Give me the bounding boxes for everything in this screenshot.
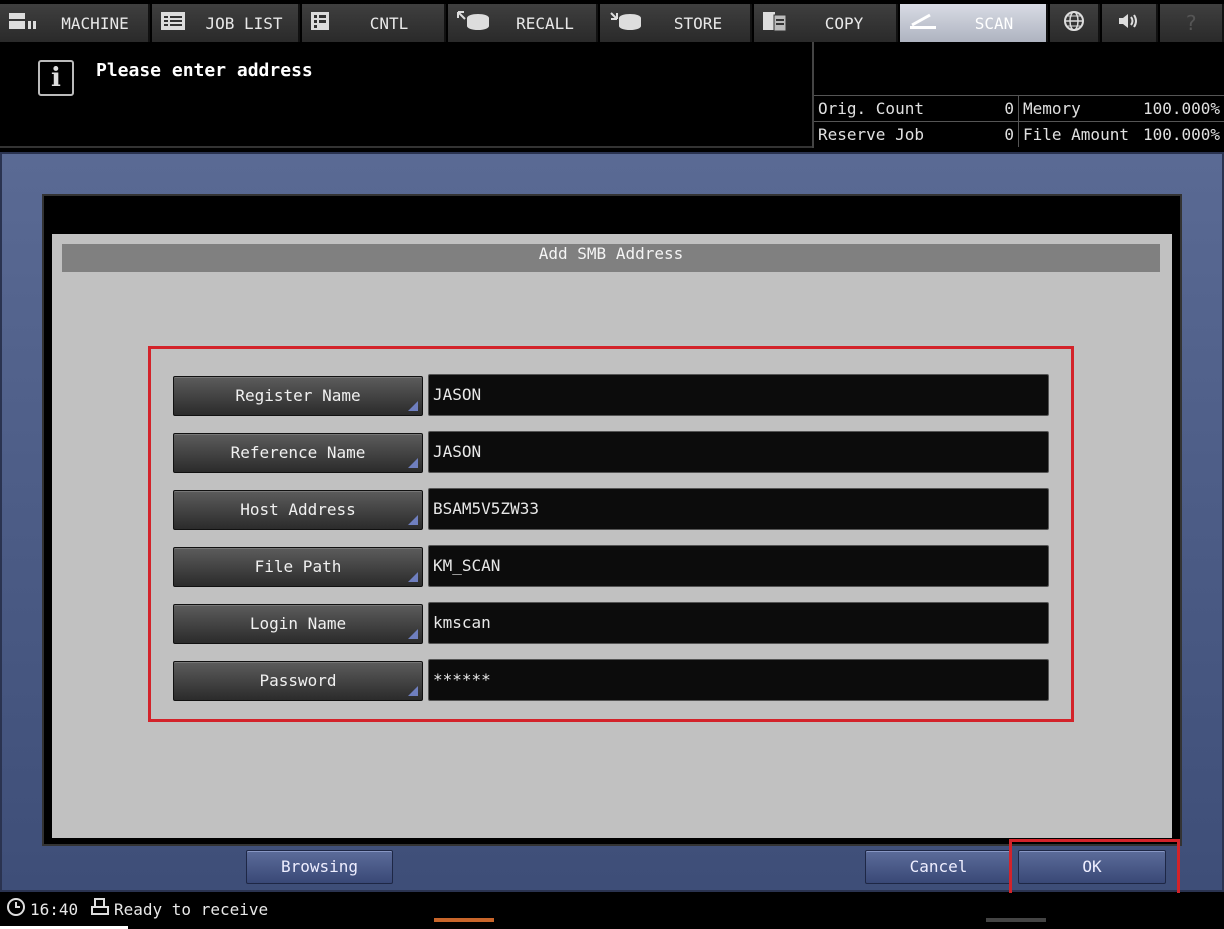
field-label: Login Name	[249, 614, 347, 633]
password-button[interactable]: Password	[173, 661, 423, 701]
browsing-button[interactable]: Browsing	[246, 850, 393, 884]
memory-label: Memory	[1023, 99, 1081, 118]
status-bar: 16:40 Ready to receive	[0, 893, 1224, 929]
info-icon: i	[38, 60, 74, 96]
field-label: Password	[259, 671, 337, 690]
reserve-job-value: 0	[1004, 125, 1014, 144]
reserve-job: Reserve Job 0	[814, 121, 1018, 147]
login-name-button[interactable]: Login Name	[173, 604, 423, 644]
memory: Memory 100.000%	[1018, 95, 1224, 121]
orig-count: Orig. Count 0	[814, 95, 1018, 121]
machine-icon	[8, 11, 38, 35]
corner-marker-icon	[408, 401, 418, 411]
reserve-job-label: Reserve Job	[818, 125, 924, 144]
message-text: Please enter address	[96, 60, 313, 81]
volume-button[interactable]	[1102, 4, 1158, 42]
clock: 16:40	[6, 897, 78, 921]
corner-marker-icon	[408, 686, 418, 696]
clock-time: 16:40	[30, 899, 79, 919]
corner-marker-icon	[408, 629, 418, 639]
corner-marker-icon	[408, 515, 418, 525]
reference-name-field[interactable]: JASON	[428, 431, 1049, 473]
ok-highlight	[1009, 839, 1180, 897]
message-area: i Please enter address	[0, 42, 812, 148]
tab-job-list[interactable]: JOB LIST	[152, 4, 300, 42]
store-icon	[608, 10, 642, 36]
register-name-field[interactable]: JASON	[428, 374, 1049, 416]
reference-name-button[interactable]: Reference Name	[173, 433, 423, 473]
indicator-bar	[434, 918, 494, 922]
tab-scan[interactable]: SCAN	[900, 4, 1048, 42]
help-button[interactable]: ?	[1160, 4, 1224, 42]
tab-cntl[interactable]: CNTL	[302, 4, 446, 42]
cancel-button[interactable]: Cancel	[865, 850, 1012, 884]
tab-label: JOB LIST	[205, 13, 283, 33]
corner-marker-icon	[408, 458, 418, 468]
tab-recall[interactable]: RECALL	[448, 4, 598, 42]
tab-machine[interactable]: MACHINE	[0, 4, 150, 42]
device-status: Ready to receive	[90, 897, 268, 921]
tab-label: STORE	[673, 13, 723, 33]
scan-icon	[908, 11, 938, 35]
host-address-field[interactable]: BSAM5V5ZW33	[428, 488, 1049, 530]
tab-copy[interactable]: COPY	[754, 4, 898, 42]
language-button[interactable]	[1050, 4, 1100, 42]
printer-icon	[90, 897, 110, 921]
orig-count-value: 0	[1004, 99, 1014, 118]
login-name-field[interactable]: kmscan	[428, 602, 1049, 644]
password-field[interactable]: ******	[428, 659, 1049, 701]
tab-store[interactable]: STORE	[600, 4, 752, 42]
file-amount-value: 100.000%	[1142, 125, 1220, 144]
cntl-icon	[310, 11, 330, 35]
register-name-button[interactable]: Register Name	[173, 376, 423, 416]
indicator-bar	[986, 918, 1046, 922]
corner-marker-icon	[408, 572, 418, 582]
speaker-icon	[1117, 11, 1141, 35]
file-path-field[interactable]: KM_SCAN	[428, 545, 1049, 587]
dialog-title: Add SMB Address	[62, 244, 1160, 272]
recall-icon	[456, 10, 490, 36]
tab-label: RECALL	[516, 13, 574, 33]
host-address-button[interactable]: Host Address	[173, 490, 423, 530]
tab-label: SCAN	[974, 13, 1014, 33]
file-amount-label: File Amount	[1023, 125, 1129, 144]
orig-count-label: Orig. Count	[818, 99, 924, 118]
field-label: Register Name	[235, 386, 361, 405]
help-icon: ?	[1184, 11, 1198, 35]
status-panel: Orig. Count 0 Reserve Job 0 Memory 100.0…	[812, 42, 1224, 148]
status-text: Ready to receive	[114, 899, 269, 919]
tab-label: COPY	[824, 13, 864, 33]
memory-value: 100.000%	[1142, 99, 1220, 118]
tab-label: CNTL	[369, 13, 409, 33]
clock-icon	[6, 897, 26, 921]
copy-icon	[762, 10, 788, 36]
globe-icon	[1063, 10, 1085, 36]
field-label: File Path	[254, 557, 342, 576]
field-label: Host Address	[240, 500, 356, 519]
file-path-button[interactable]: File Path	[173, 547, 423, 587]
file-amount: File Amount 100.000%	[1018, 121, 1224, 147]
top-tab-bar: MACHINE JOB LIST CNTL RECALL STORE COPY	[0, 4, 1224, 42]
tab-label: MACHINE	[61, 13, 129, 33]
field-label: Reference Name	[230, 443, 366, 462]
job-list-icon	[160, 11, 186, 35]
